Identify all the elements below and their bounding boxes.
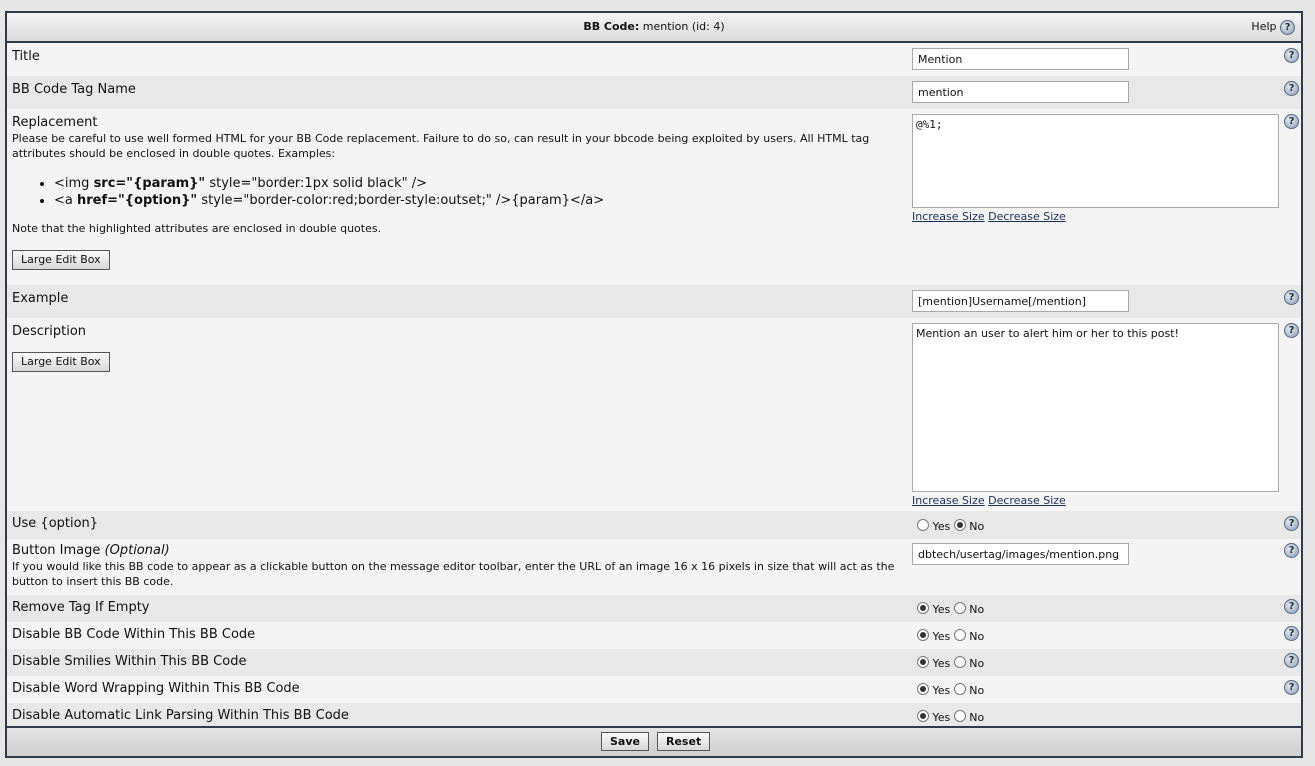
disable-bbcode-radios: Yes No bbox=[917, 629, 984, 643]
question-icon[interactable]: ? bbox=[1284, 81, 1299, 96]
row-remove-empty: Remove Tag If Empty Yes No ? bbox=[7, 595, 1301, 622]
radio-yes[interactable] bbox=[917, 629, 929, 641]
row-title: Title Mention ? bbox=[7, 43, 1301, 76]
header-title: mention (id: 4) bbox=[642, 20, 725, 33]
question-icon[interactable]: ? bbox=[1284, 599, 1299, 614]
row-use-option: Use {option} Yes No ? bbox=[7, 511, 1301, 539]
replacement-desc: Please be careful to use well formed HTM… bbox=[12, 132, 870, 160]
decrease-size-link[interactable]: Decrease Size bbox=[988, 210, 1066, 223]
button-image-input[interactable]: dbtech/usertag/images/mention.png bbox=[912, 543, 1129, 565]
replacement-textarea[interactable]: @%1; bbox=[912, 114, 1279, 208]
disable-wrap-label: Disable Word Wrapping Within This BB Cod… bbox=[12, 681, 300, 696]
row-button-image: Button Image (Optional) If you would lik… bbox=[7, 539, 1301, 595]
button-image-desc: If you would like this BB code to appear… bbox=[12, 560, 895, 588]
description-label: Description bbox=[12, 324, 87, 339]
use-option-radios: Yes No bbox=[917, 519, 984, 533]
tag-name-input[interactable]: mention bbox=[912, 81, 1129, 103]
description-textarea[interactable]: Mention an user to alert him or her to t… bbox=[912, 323, 1279, 492]
button-image-label: Button Image (Optional) bbox=[12, 543, 170, 558]
radio-no[interactable] bbox=[953, 629, 966, 641]
radio-yes[interactable] bbox=[917, 519, 929, 531]
large-edit-box-button[interactable]: Large Edit Box bbox=[12, 250, 110, 270]
example-input[interactable]: [mention]Username[/mention] bbox=[912, 290, 1129, 312]
panel-header: BB Code: mention (id: 4) Help ? bbox=[7, 13, 1301, 43]
description-resize-links: Increase Size Decrease Size bbox=[912, 494, 1066, 507]
radio-no[interactable] bbox=[953, 656, 966, 668]
question-icon[interactable]: ? bbox=[1284, 323, 1299, 338]
help-label: Help bbox=[1251, 20, 1277, 33]
radio-no[interactable] bbox=[953, 710, 966, 722]
question-icon[interactable]: ? bbox=[1284, 290, 1299, 305]
question-icon[interactable]: ? bbox=[1284, 653, 1299, 668]
replacement-note: Note that the highlighted attributes are… bbox=[12, 222, 382, 235]
radio-no[interactable] bbox=[953, 683, 966, 695]
question-icon[interactable]: ? bbox=[1284, 516, 1299, 531]
row-disable-wrap: Disable Word Wrapping Within This BB Cod… bbox=[7, 676, 1301, 703]
example-link: <a href="{option}" style="border-color:r… bbox=[54, 192, 604, 209]
radio-no[interactable] bbox=[953, 519, 966, 531]
example-label: Example bbox=[12, 291, 69, 306]
use-option-label: Use {option} bbox=[12, 516, 99, 531]
increase-size-link[interactable]: Increase Size bbox=[912, 210, 985, 223]
header-prefix: BB Code: bbox=[583, 20, 640, 33]
question-icon[interactable]: ? bbox=[1284, 680, 1299, 695]
title-input[interactable]: Mention bbox=[912, 48, 1129, 70]
example-img: <img src="{param}" style="border:1px sol… bbox=[54, 175, 604, 192]
title-label: Title bbox=[12, 49, 40, 64]
disable-bbcode-label: Disable BB Code Within This BB Code bbox=[12, 627, 256, 642]
question-icon[interactable]: ? bbox=[1284, 543, 1299, 558]
disable-smilies-label: Disable Smilies Within This BB Code bbox=[12, 654, 247, 669]
help-link[interactable]: Help ? bbox=[1251, 13, 1295, 41]
row-example: Example [mention]Username[/mention] ? bbox=[7, 285, 1301, 318]
tag-name-label: BB Code Tag Name bbox=[12, 82, 136, 97]
save-button[interactable]: Save bbox=[601, 732, 649, 751]
remove-empty-label: Remove Tag If Empty bbox=[12, 600, 150, 615]
row-tag-name: BB Code Tag Name mention ? bbox=[7, 76, 1301, 109]
bbcode-edit-panel: BB Code: mention (id: 4) Help ? Title Me… bbox=[5, 11, 1303, 758]
large-edit-box-button[interactable]: Large Edit Box bbox=[12, 352, 110, 372]
increase-size-link[interactable]: Increase Size bbox=[912, 494, 985, 507]
question-icon[interactable]: ? bbox=[1284, 114, 1299, 129]
remove-empty-radios: Yes No bbox=[917, 602, 984, 616]
radio-yes[interactable] bbox=[917, 710, 929, 722]
question-icon[interactable]: ? bbox=[1280, 19, 1295, 35]
row-disable-smilies: Disable Smilies Within This BB Code Yes … bbox=[7, 649, 1301, 676]
disable-smilies-radios: Yes No bbox=[917, 656, 984, 670]
row-replacement: Replacement Please be careful to use wel… bbox=[7, 109, 1301, 285]
disable-wrap-radios: Yes No bbox=[917, 683, 984, 697]
question-icon[interactable]: ? bbox=[1284, 626, 1299, 641]
replacement-examples: <img src="{param}" style="border:1px sol… bbox=[32, 175, 604, 209]
reset-button[interactable]: Reset bbox=[657, 732, 711, 751]
question-icon[interactable]: ? bbox=[1284, 48, 1299, 63]
replacement-label: Replacement bbox=[12, 115, 98, 130]
replacement-resize-links: Increase Size Decrease Size bbox=[912, 210, 1066, 223]
radio-yes[interactable] bbox=[917, 683, 929, 695]
disable-links-label: Disable Automatic Link Parsing Within Th… bbox=[12, 708, 349, 723]
decrease-size-link[interactable]: Decrease Size bbox=[988, 494, 1066, 507]
radio-no[interactable] bbox=[953, 602, 966, 614]
form-footer: Save Reset bbox=[7, 726, 1301, 756]
row-disable-bbcode: Disable BB Code Within This BB Code Yes … bbox=[7, 622, 1301, 649]
radio-yes[interactable] bbox=[917, 602, 929, 614]
disable-links-radios: Yes No bbox=[917, 710, 984, 724]
radio-yes[interactable] bbox=[917, 656, 929, 668]
row-description: Description Large Edit Box Mention an us… bbox=[7, 318, 1301, 511]
